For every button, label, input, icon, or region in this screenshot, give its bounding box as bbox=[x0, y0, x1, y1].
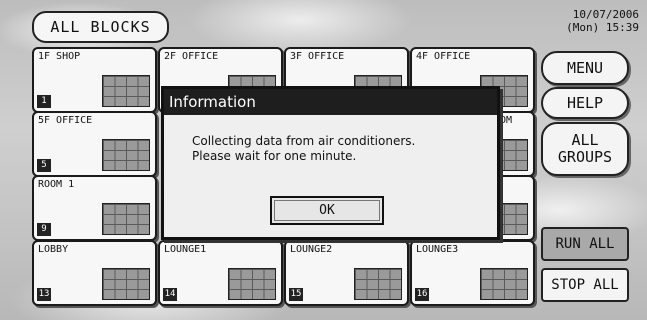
indoor-unit-icon bbox=[480, 268, 528, 300]
block-number-badge: 5 bbox=[37, 159, 51, 172]
block-number-badge: 13 bbox=[37, 288, 51, 301]
run-all-button[interactable]: RUN ALL bbox=[541, 227, 629, 261]
block-tile[interactable]: LOBBY 13 bbox=[32, 240, 157, 306]
help-button[interactable]: HELP bbox=[541, 87, 629, 119]
dialog-message-line1: Collecting data from air conditioners. bbox=[192, 134, 416, 148]
block-name: LOBBY bbox=[38, 244, 69, 255]
clock-date: 10/07/2006 bbox=[572, 8, 639, 21]
block-name: 3F OFFICE bbox=[290, 51, 345, 62]
block-number-badge: 16 bbox=[415, 288, 429, 301]
block-name: ROOM 1 bbox=[38, 179, 75, 190]
block-name: 5F OFFICE bbox=[38, 115, 93, 126]
dialog-message-line2: Please wait for one minute. bbox=[192, 149, 357, 163]
block-tile[interactable]: LOUNGE1 14 bbox=[158, 240, 283, 306]
clock-time: (Mon) 15:39 bbox=[566, 21, 639, 34]
block-number-badge: 9 bbox=[37, 223, 51, 236]
page-title: ALL BLOCKS bbox=[32, 11, 169, 43]
block-name: 2F OFFICE bbox=[164, 51, 219, 62]
block-tile[interactable]: LOUNGE2 15 bbox=[284, 240, 409, 306]
block-number-badge: 15 bbox=[289, 288, 303, 301]
block-name: 1F SHOP bbox=[38, 51, 81, 62]
block-tile[interactable]: ROOM 1 9 bbox=[32, 175, 157, 241]
all-groups-label-line1: ALL bbox=[571, 131, 599, 149]
all-groups-button[interactable]: ALL GROUPS bbox=[541, 122, 629, 176]
indoor-unit-icon bbox=[102, 203, 150, 235]
block-tile[interactable]: 5F OFFICE 5 bbox=[32, 111, 157, 177]
indoor-unit-icon bbox=[102, 139, 150, 171]
block-number-badge: 1 bbox=[37, 95, 51, 108]
block-tile[interactable]: 1F SHOP 1 bbox=[32, 47, 157, 113]
indoor-unit-icon bbox=[354, 268, 402, 300]
clock-display: 10/07/2006 (Mon) 15:39 bbox=[553, 8, 639, 34]
information-dialog: Information Collecting data from air con… bbox=[161, 86, 500, 240]
all-groups-label-line2: GROUPS bbox=[557, 148, 613, 166]
menu-button[interactable]: MENU bbox=[541, 51, 629, 85]
block-tile[interactable]: LOUNGE3 16 bbox=[410, 240, 535, 306]
block-name: LOUNGE1 bbox=[164, 244, 207, 255]
block-number-badge: 14 bbox=[163, 288, 177, 301]
block-name: LOUNGE3 bbox=[416, 244, 459, 255]
indoor-unit-icon bbox=[102, 75, 150, 107]
dialog-message: Collecting data from air conditioners. P… bbox=[192, 134, 415, 164]
ok-button[interactable]: OK bbox=[270, 196, 384, 225]
block-name: LOUNGE2 bbox=[290, 244, 333, 255]
indoor-unit-icon bbox=[102, 268, 150, 300]
indoor-unit-icon bbox=[228, 268, 276, 300]
stop-all-button[interactable]: STOP ALL bbox=[541, 268, 629, 302]
dialog-title: Information bbox=[164, 89, 497, 115]
block-name: 4F OFFICE bbox=[416, 51, 471, 62]
